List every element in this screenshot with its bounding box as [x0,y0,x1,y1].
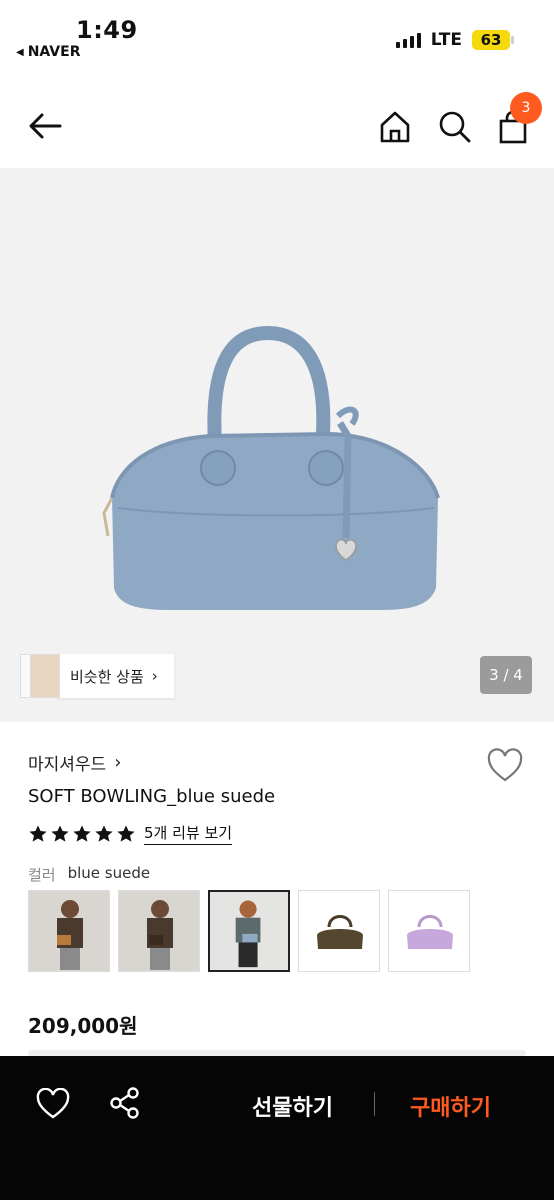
color-label: 컬러 [28,866,56,884]
star-icon [29,825,47,842]
search-icon[interactable] [436,108,474,146]
back-app-label: NAVER [27,44,81,60]
color-swatch-brown-bag[interactable] [298,890,380,972]
signal-icon [395,32,421,48]
buy-button[interactable]: 구매하기 [410,1090,491,1122]
image-counter: 3 / 4 [480,656,532,694]
color-option-row: 컬러 blue suede [28,864,150,885]
color-swatch-model-brown[interactable] [118,890,200,972]
star-icon [117,825,135,842]
similar-thumbnails [20,654,60,698]
home-icon[interactable] [376,108,414,146]
share-icon[interactable] [108,1086,142,1120]
similar-products-label: 비슷한 상품 [70,667,144,686]
wishlist-heart-icon[interactable] [36,1088,70,1120]
nav-bar: 3 [0,86,554,166]
brand-link[interactable]: 마지셔우드 › [28,750,121,775]
back-triangle-icon: ◀ [16,46,24,58]
bottom-action-bar: 선물하기 구매하기 [0,1056,554,1200]
status-indicators: LTE 63 [395,30,514,50]
wishlist-heart-icon[interactable] [486,748,524,784]
battery-level: 63 [480,31,502,49]
color-swatch-model-blue[interactable] [208,890,290,972]
color-value: blue suede [67,864,151,882]
chevron-right-icon: › [114,752,122,773]
back-arrow-icon[interactable] [26,108,66,144]
button-separator [374,1092,375,1116]
product-title: SOFT BOWLING_blue suede [28,786,276,807]
color-swatch-list [28,890,470,972]
product-image-gallery[interactable]: 비슷한 상품 › 3 / 4 [0,168,554,722]
status-bar: 1:49 ◀ NAVER LTE 63 [0,0,554,70]
similar-products-button[interactable]: 비슷한 상품 › [20,654,174,698]
product-price: 209,000원 [28,1014,138,1038]
rating-row: 5개 리뷰 보기 [28,822,233,845]
star-rating [28,824,136,844]
color-swatch-lilac-bag[interactable] [388,890,470,972]
star-icon [51,825,69,842]
color-swatch-model-tan[interactable] [28,890,110,972]
back-to-app-link[interactable]: ◀ NAVER [16,44,80,60]
product-page: 1:49 ◀ NAVER LTE 63 3 비슷한 상품 › 3 / 4 마지셔… [0,0,554,1200]
star-icon [73,825,91,842]
similar-products-pill: 비슷한 상품 › [56,654,174,698]
brand-name: 마지셔우드 [28,755,107,775]
status-time: 1:49 [76,16,138,44]
product-image [102,325,440,610]
battery-icon: 63 [472,30,514,50]
cart-count-badge: 3 [510,92,542,124]
network-label: LTE [430,30,462,50]
gift-button[interactable]: 선물하기 [252,1090,333,1122]
review-link[interactable]: 5개 리뷰 보기 [144,822,233,845]
star-icon [95,825,113,842]
chevron-right-icon: › [151,667,158,685]
